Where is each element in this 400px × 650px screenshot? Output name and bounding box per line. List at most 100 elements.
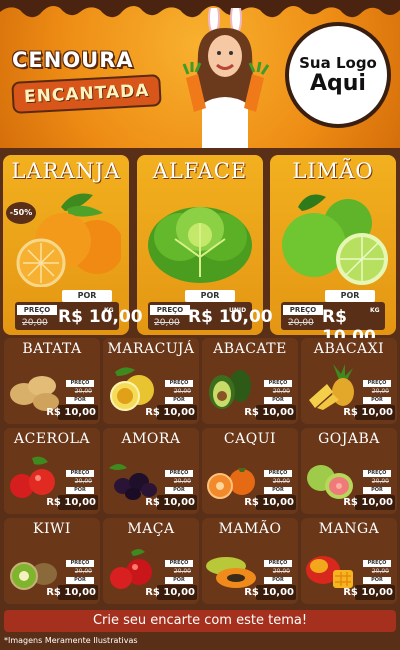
old-price: 20,00 [288,318,314,328]
logo-line1: Sua Logo [299,54,377,72]
discount-badge: -50% [6,202,36,224]
theme-title: CENOURA ENCANTADA [11,48,172,114]
por-label: POR [66,487,94,494]
old-price: 20,00 [173,568,191,575]
title-line2: ENCANTADA [11,74,163,114]
preco-label: PREÇO [264,380,292,387]
current-price: R$ 10,00 [244,497,294,508]
product-name: ALFACE [152,159,248,183]
footnote: *Imagens Meramente Ilustrativas [4,636,138,645]
title-line1: CENOURA [12,48,134,72]
unit-label: UNID [229,307,247,314]
por-label: POR [62,290,112,302]
header: CENOURA ENCANTADA Sua Logo Aqui [0,0,400,148]
unit-label: KG [370,307,380,314]
preco-label: PREÇO [363,560,391,567]
current-price: R$ 10,00 [58,307,143,327]
product-card-caqui[interactable]: CAQUI PREÇO 20,00 POR R$ 10,00 [202,428,298,514]
por-label: POR [363,487,391,494]
product-name: GOJABA [318,431,380,447]
preco-label: PREÇO [165,470,193,477]
old-price: 20,00 [272,568,290,575]
current-price: R$ 10,00 [343,587,393,598]
product-name: MANGA [318,521,380,537]
lime-icon [282,194,388,285]
preco-label: PREÇO [264,470,292,477]
preco-label: PREÇO [165,560,193,567]
preco-label: PREÇO [66,470,94,477]
old-price: 20,00 [74,568,92,575]
cta-banner[interactable]: Crie seu encarte com este tema! [4,610,396,632]
product-card-maca[interactable]: MAÇA PREÇO 20,00 POR R$ 10,00 [103,518,199,604]
product-card-mamao[interactable]: MAMÃO PREÇO 20,00 POR R$ 10,00 [202,518,298,604]
preco-label: PREÇO [363,380,391,387]
current-price: R$ 10,00 [343,497,393,508]
product-card-batata[interactable]: BATATA PREÇO 20,00 POR R$ 10,00 [4,338,100,424]
por-label: POR [264,397,292,404]
product-name: CAQUI [223,431,277,447]
product-card-kiwi[interactable]: KIWI PREÇO 20,00 POR R$ 10,00 [4,518,100,604]
current-price: R$ 10,00 [145,407,195,418]
por-label: POR [363,397,391,404]
por-label: POR [66,577,94,584]
product-name: ACEROLA [14,431,90,447]
current-price: R$ 10,00 [46,497,96,508]
old-price: 20,00 [74,478,92,485]
old-price: 20,00 [371,568,389,575]
current-price: R$ 10,00 [244,407,294,418]
current-price: R$ 10,00 [145,497,195,508]
old-price: 20,00 [154,318,180,328]
product-card-manga[interactable]: MANGA PREÇO 20,00 POR R$ 10,00 [301,518,397,604]
current-price: R$ 10,00 [46,407,96,418]
product-name: KIWI [33,521,71,537]
current-price: R$ 10,00 [343,407,393,418]
product-name: LIMÃO [292,159,374,183]
product-name: BATATA [22,341,82,357]
old-price: 20,00 [371,388,389,395]
lettuce-icon [148,207,252,283]
product-card-maracuja[interactable]: MARACUJÁ PREÇO 20,00 POR R$ 10,00 [103,338,199,424]
old-price: 20,00 [173,478,191,485]
product-card-abacate[interactable]: ABACATE PREÇO 20,00 POR R$ 10,00 [202,338,298,424]
logo-placeholder[interactable]: Sua Logo Aqui [285,22,391,128]
current-price: R$ 10,00 [46,587,96,598]
product-card-abacaxi[interactable]: ABACAXI PREÇO 20,00 POR R$ 10,00 [301,338,397,424]
por-label: POR [264,577,292,584]
old-price: 20,00 [74,388,92,395]
product-name: MAMÃO [218,521,282,537]
por-label: POR [165,577,193,584]
logo-line2: Aqui [310,71,366,96]
unit-label: KG [104,307,114,314]
old-price: 20,00 [272,478,290,485]
product-card-acerola[interactable]: ACEROLA PREÇO 20,00 POR R$ 10,00 [4,428,100,514]
preco-label: PREÇO [165,380,193,387]
product-name: ABACAXI [313,341,385,357]
por-label: POR [363,577,391,584]
old-price: 20,00 [272,388,290,395]
product-name: LARANJA [11,159,121,183]
product-card-gojaba[interactable]: GOJABA PREÇO 20,00 POR R$ 10,00 [301,428,397,514]
preco-label: PREÇO [66,560,94,567]
preco-label: PREÇO [363,470,391,477]
product-name: MARACUJÁ [107,341,195,357]
preco-label: PREÇO [150,305,190,315]
por-label: POR [185,290,235,302]
por-label: POR [325,290,375,302]
por-label: POR [165,487,193,494]
current-price: R$ 10,00 [244,587,294,598]
product-card-amora[interactable]: AMORA PREÇO 20,00 POR R$ 10,00 [103,428,199,514]
preco-label: PREÇO [264,560,292,567]
current-price: R$ 10,00 [145,587,195,598]
product-name: ABACATE [213,341,287,357]
por-label: POR [66,397,94,404]
por-label: POR [165,397,193,404]
preco-label: PREÇO [283,305,323,315]
product-name: AMORA [121,431,181,447]
por-label: POR [264,487,292,494]
product-name: MAÇA [127,521,175,537]
old-price: 20,00 [22,318,48,328]
preco-label: PREÇO [66,380,94,387]
preco-label: PREÇO [17,305,57,315]
girl-with-carrots-icon [182,8,270,148]
old-price: 20,00 [173,388,191,395]
